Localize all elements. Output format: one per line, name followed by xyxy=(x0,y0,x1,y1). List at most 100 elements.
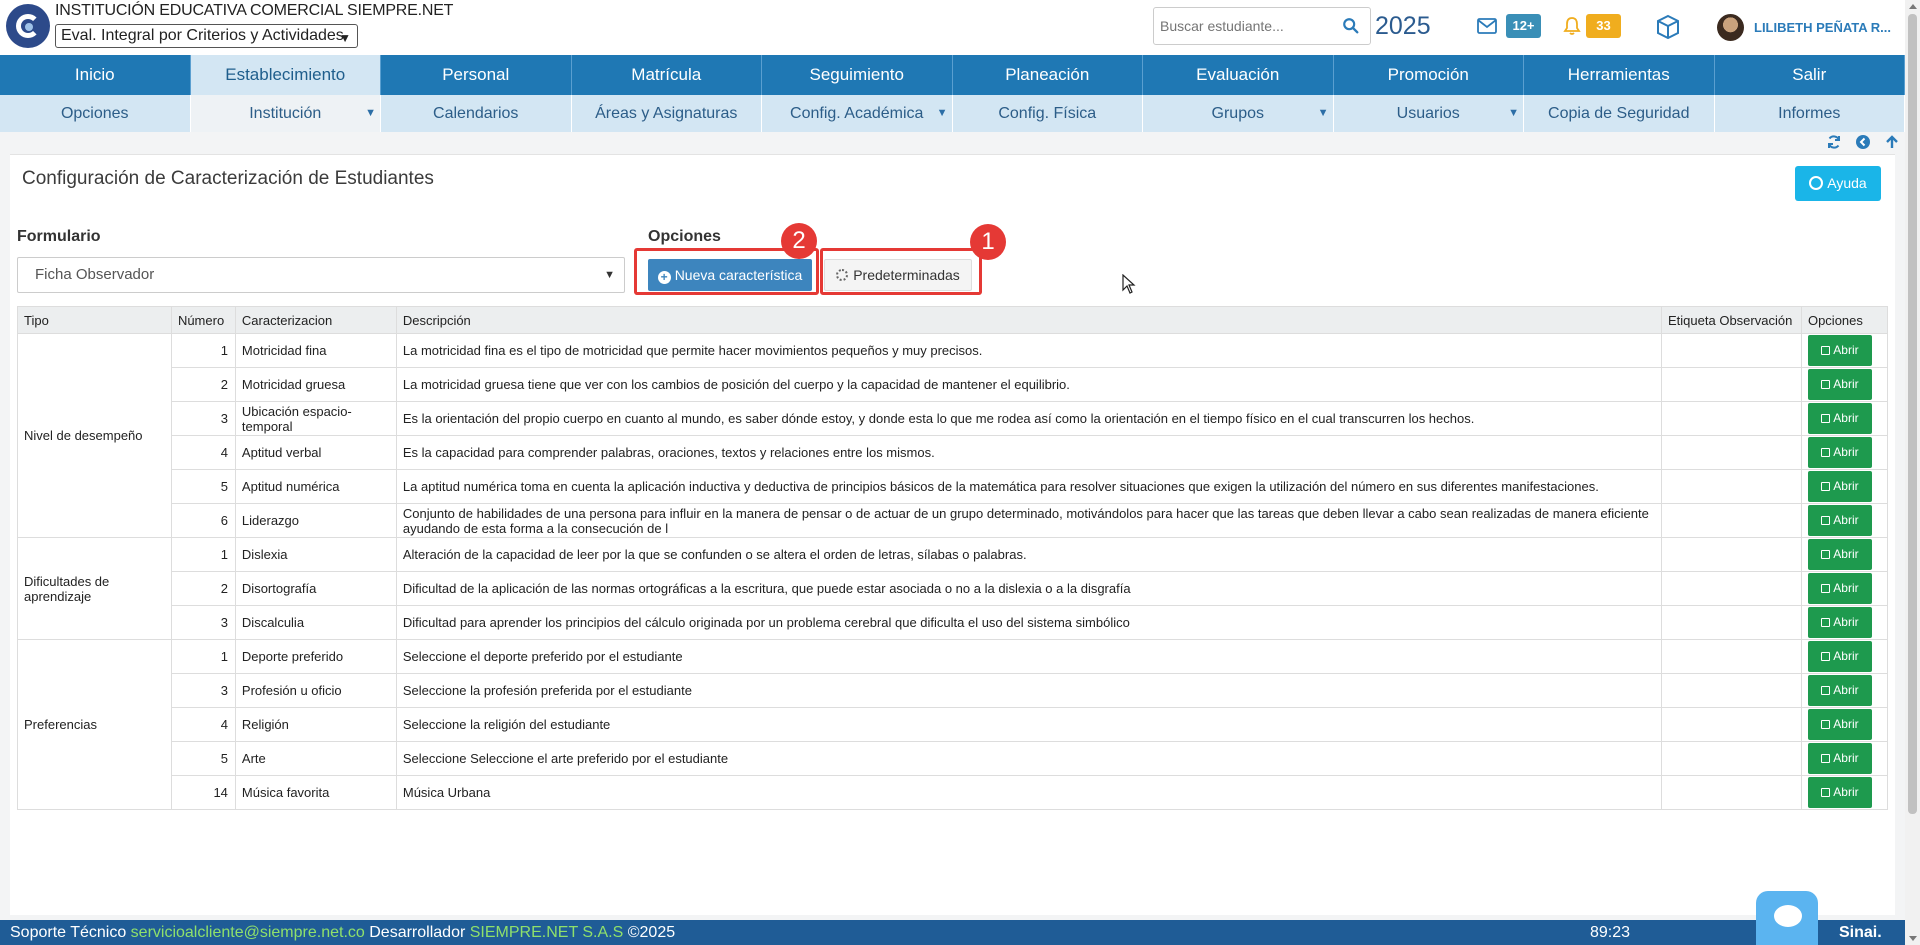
nav-planeacion[interactable]: Planeación xyxy=(953,55,1143,95)
support-email[interactable]: servicioalcliente@siempre.net.co xyxy=(131,924,365,941)
open-button[interactable]: Abrir xyxy=(1807,675,1872,706)
edit-icon xyxy=(1821,584,1831,593)
table-row: 6 Liderazgo Conjunto de habilidades de una… xyxy=(18,503,1889,538)
caret-down-icon[interactable]: ▼ xyxy=(937,95,948,132)
cell-etiqueta xyxy=(1661,605,1802,640)
sub-nav: Opciones Institución ▼ Calendarios Áreas … xyxy=(0,95,1905,132)
open-button[interactable]: Abrir xyxy=(1807,743,1872,774)
form-select[interactable]: Ficha Observador ▼ xyxy=(17,257,625,293)
cell-numero: 14 xyxy=(170,775,236,810)
nav-promocion[interactable]: Promoción xyxy=(1334,55,1524,95)
nav-establecimiento[interactable]: Establecimiento xyxy=(190,55,381,95)
open-button[interactable]: Abrir xyxy=(1807,437,1872,468)
cell-descripcion: Seleccione Seleccione el arte preferido … xyxy=(395,741,1663,776)
institution-logo[interactable] xyxy=(6,4,50,48)
footer: Soporte Técnico servicioalcliente@siempr… xyxy=(0,920,1905,945)
cell-caracterizacion: Motricidad gruesa xyxy=(234,367,397,402)
open-label: Abrir xyxy=(1833,513,1859,527)
scrollbar-thumb[interactable] xyxy=(1908,14,1917,814)
back-circle-icon[interactable] xyxy=(1855,134,1871,150)
cube-icon[interactable] xyxy=(1655,14,1681,40)
cell-opciones: Abrir xyxy=(1800,367,1889,402)
open-button[interactable]: Abrir xyxy=(1807,777,1872,808)
cell-numero: 1 xyxy=(170,333,236,368)
evaluation-mode-select[interactable]: Eval. Integral por Criterios y Actividad… xyxy=(55,24,358,48)
messages-badge[interactable]: 12+ xyxy=(1506,14,1541,38)
open-label: Abrir xyxy=(1833,377,1859,391)
mail-icon[interactable] xyxy=(1477,18,1497,34)
subnav-areas-asignaturas[interactable]: Áreas y Asignaturas xyxy=(572,95,762,132)
open-button[interactable]: Abrir xyxy=(1807,471,1872,502)
chat-widget-button[interactable] xyxy=(1756,891,1818,945)
subnav-grupos[interactable]: Grupos ▼ xyxy=(1143,95,1334,132)
subnav-institucion[interactable]: Institución ▼ xyxy=(190,95,381,132)
arrow-up-icon[interactable] xyxy=(1884,134,1900,150)
open-button[interactable]: Abrir xyxy=(1807,505,1872,536)
table-row: 14 Música favorita Música Urbana Abrir xyxy=(18,775,1889,810)
open-label: Abrir xyxy=(1833,445,1859,459)
student-search-input[interactable] xyxy=(1158,8,1332,44)
subnav-config-academica[interactable]: Config. Académica ▼ xyxy=(762,95,953,132)
cell-numero: 1 xyxy=(170,639,236,674)
open-button[interactable]: Abrir xyxy=(1807,403,1872,434)
nav-salir[interactable]: Salir xyxy=(1715,55,1905,95)
cell-etiqueta xyxy=(1661,775,1802,810)
edit-icon xyxy=(1821,448,1831,457)
open-button[interactable]: Abrir xyxy=(1807,709,1872,740)
cell-descripcion: Dificultad para aprender los principios … xyxy=(395,605,1663,640)
open-button[interactable]: Abrir xyxy=(1807,641,1872,672)
nav-evaluacion[interactable]: Evaluación xyxy=(1143,55,1334,95)
subnav-config-fisica[interactable]: Config. Física xyxy=(953,95,1143,132)
nav-matricula[interactable]: Matrícula xyxy=(572,55,762,95)
cell-numero: 2 xyxy=(170,571,236,606)
cell-descripcion: Seleccione la profesión preferida por el… xyxy=(395,673,1663,708)
cell-caracterizacion: Aptitud numérica xyxy=(234,469,397,504)
user-name[interactable]: LILIBETH PEÑATA R... xyxy=(1754,20,1891,35)
table-row: 5 Aptitud numérica La aptitud numérica tom… xyxy=(18,469,1889,504)
developer-name[interactable]: SIEMPRE.NET S.A.S xyxy=(470,924,624,941)
caret-down-icon[interactable]: ▼ xyxy=(1508,95,1519,132)
cell-etiqueta xyxy=(1661,401,1802,436)
cell-caracterizacion: Ubicación espacio-temporal xyxy=(234,401,397,436)
open-button[interactable]: Abrir xyxy=(1807,539,1872,570)
cell-descripcion: La motricidad gruesa tiene que ver con l… xyxy=(395,367,1663,402)
student-search[interactable] xyxy=(1153,7,1371,45)
search-icon[interactable] xyxy=(1342,17,1360,35)
avatar[interactable] xyxy=(1717,14,1744,41)
cell-descripcion: Es la orientación del propio cuerpo en c… xyxy=(395,401,1663,436)
open-button[interactable]: Abrir xyxy=(1807,369,1872,400)
page-title: Configuración de Caracterización de Estu… xyxy=(22,168,434,189)
subnav-informes[interactable]: Informes xyxy=(1715,95,1905,132)
subnav-opciones[interactable]: Opciones xyxy=(0,95,191,132)
open-button[interactable]: Abrir xyxy=(1807,335,1872,366)
subnav-copia-seguridad[interactable]: Copia de Seguridad xyxy=(1524,95,1715,132)
refresh-icon[interactable] xyxy=(1826,134,1842,150)
nav-herramientas[interactable]: Herramientas xyxy=(1524,55,1715,95)
chevron-down-icon: ▼ xyxy=(339,31,351,45)
scroll-up-icon[interactable] xyxy=(1909,4,1917,9)
open-button[interactable]: Abrir xyxy=(1807,573,1872,604)
cell-opciones: Abrir xyxy=(1800,639,1889,674)
open-label: Abrir xyxy=(1833,343,1859,357)
options-label: Opciones xyxy=(648,228,721,245)
subnav-usuarios[interactable]: Usuarios ▼ xyxy=(1334,95,1524,132)
vertical-scrollbar[interactable] xyxy=(1905,0,1920,945)
bell-icon[interactable] xyxy=(1562,16,1582,36)
nav-personal[interactable]: Personal xyxy=(381,55,572,95)
scroll-down-icon[interactable] xyxy=(1909,936,1917,941)
open-button[interactable]: Abrir xyxy=(1807,607,1872,638)
institution-name: INSTITUCIÓN EDUCATIVA COMERCIAL SIEMPRE.… xyxy=(55,2,454,19)
help-button[interactable]: Ayuda xyxy=(1795,166,1881,201)
subnav-label: Informes xyxy=(1778,105,1841,122)
cell-etiqueta xyxy=(1661,469,1802,504)
developer-label: Desarrollador xyxy=(369,924,466,941)
nav-inicio[interactable]: Inicio xyxy=(0,55,191,95)
subnav-calendarios[interactable]: Calendarios xyxy=(381,95,572,132)
caret-down-icon[interactable]: ▼ xyxy=(1318,95,1329,132)
subnav-label: Opciones xyxy=(60,105,129,122)
notifications-badge[interactable]: 33 xyxy=(1586,14,1621,38)
year-label[interactable]: 2025 xyxy=(1375,12,1431,41)
caret-down-icon[interactable]: ▼ xyxy=(365,95,376,132)
nav-seguimiento[interactable]: Seguimiento xyxy=(762,55,953,95)
cell-descripcion: Conjunto de habilidades de una persona p… xyxy=(395,503,1663,538)
